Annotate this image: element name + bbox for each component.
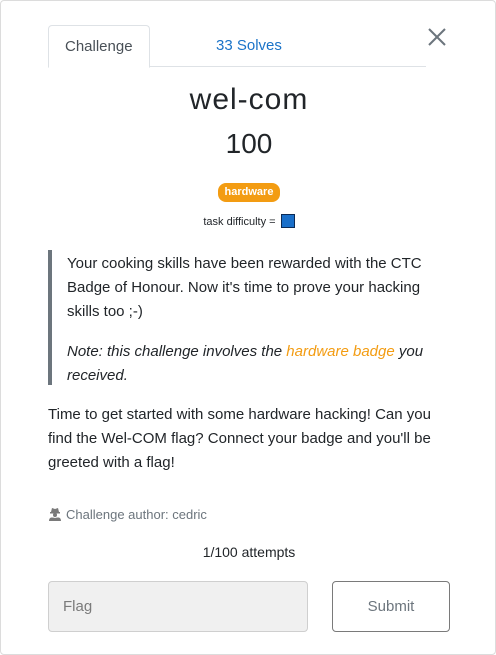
user-secret-icon [48, 507, 62, 521]
tab-challenge[interactable]: Challenge [48, 25, 150, 68]
difficulty-indicator: task difficulty = [1, 214, 496, 230]
close-icon[interactable] [427, 27, 447, 47]
tab-solves[interactable]: 33 Solves [200, 25, 298, 67]
difficulty-label: task difficulty = [203, 216, 279, 228]
quote-text: Your cooking skills have been rewarded w… [67, 255, 422, 320]
submit-button[interactable]: Submit [332, 581, 450, 632]
note-prefix: Note: this challenge involves the [67, 343, 287, 360]
author-label: Challenge author: cedric [66, 507, 207, 522]
description-body: Time to get started with some hardware h… [48, 406, 431, 471]
challenge-title: wel-com [189, 83, 309, 116]
tag-container: hardware [1, 182, 496, 202]
attempts-count: 1/100 attempts [202, 544, 296, 560]
hardware-badge-link[interactable]: hardware badge [286, 343, 394, 360]
difficulty-square-icon [280, 214, 295, 228]
tag-badge: hardware [217, 183, 281, 202]
quote-note: Note: this challenge involves the hardwa… [67, 340, 448, 388]
tab-bar: Challenge 33 Solves [48, 25, 426, 68]
flag-input[interactable] [48, 581, 308, 632]
challenge-author: Challenge author: cedric [48, 507, 207, 523]
challenge-modal: Challenge 33 Solves wel-com 100 hardware… [0, 0, 496, 655]
description-quote: Your cooking skills have been rewarded w… [48, 250, 448, 385]
challenge-points: 100 [225, 128, 273, 159]
